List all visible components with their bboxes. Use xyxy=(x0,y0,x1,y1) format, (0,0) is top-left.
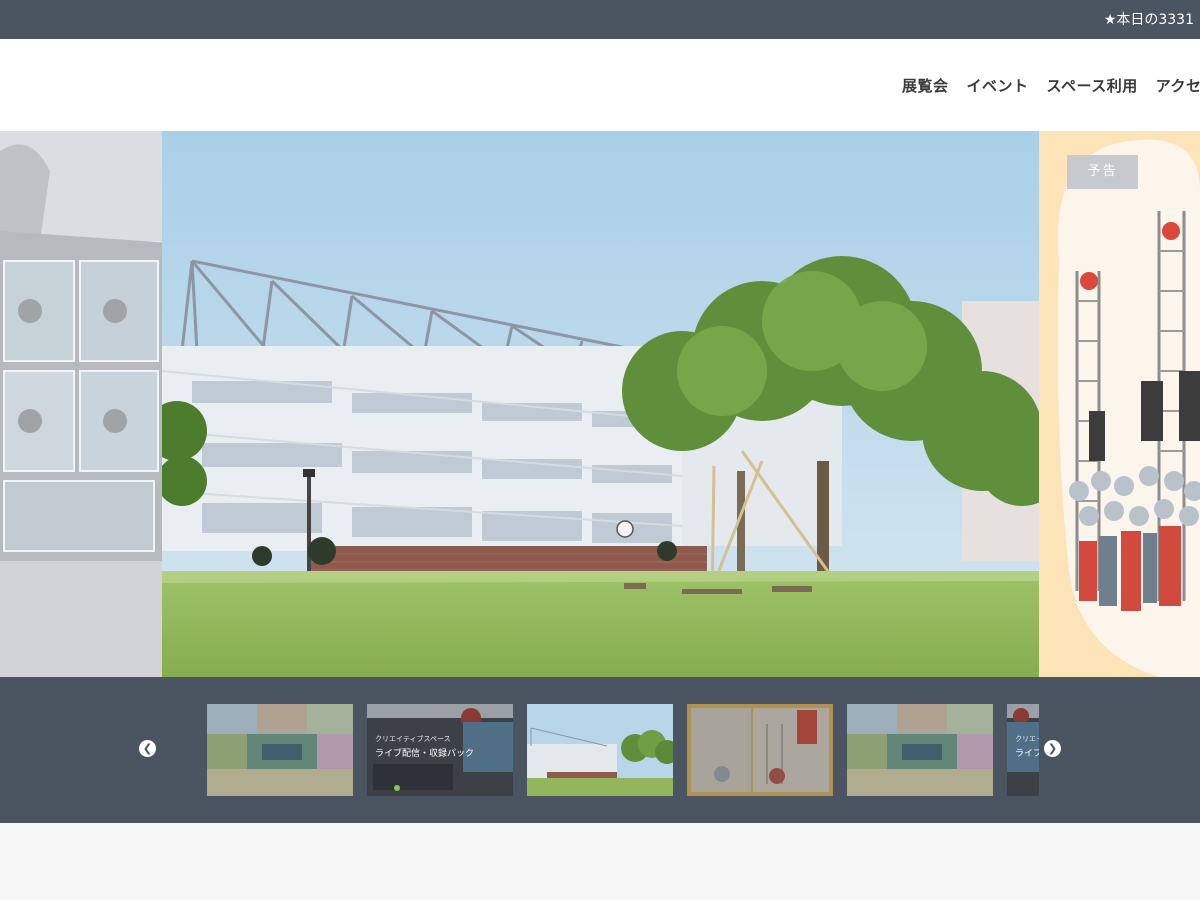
thumbnail-caption-small: クリエイティブスペース xyxy=(375,735,451,743)
festival-illustration xyxy=(1039,131,1200,677)
next-arrow-icon[interactable]: ❯ xyxy=(1044,740,1061,757)
thumbnail-3-active[interactable] xyxy=(527,704,673,796)
livestream-image xyxy=(0,131,162,677)
top-notice-bar: ★本日の3331 xyxy=(0,0,1200,39)
page-body-area xyxy=(0,823,1200,900)
thumbnail-caption: ライブ配信・収録パック xyxy=(375,749,475,759)
nav-exhibitions[interactable]: 展覧会 xyxy=(902,75,949,96)
coming-soon-badge: 予告 xyxy=(1067,155,1138,189)
prev-arrow-icon[interactable]: ❮ xyxy=(139,740,156,757)
slide-next[interactable]: 予告 xyxy=(1039,131,1200,677)
main-nav: 展覧会 イベント スペース利用 アクセ xyxy=(902,75,1200,96)
thumbnail-strip: ❮ ❯ クリエイティブスペース ライブ配信・収録パック クリエ ライブ xyxy=(0,677,1200,823)
hero-carousel: 予告 xyxy=(0,131,1200,677)
nav-events[interactable]: イベント xyxy=(967,75,1029,96)
thumbnail-2[interactable]: クリエイティブスペース ライブ配信・収録パック xyxy=(367,704,513,796)
building-photo xyxy=(162,131,1039,677)
site-header: 展覧会 イベント スペース利用 アクセ xyxy=(0,39,1200,131)
nav-access[interactable]: アクセ xyxy=(1156,75,1200,96)
thumbnail-1[interactable] xyxy=(207,704,353,796)
thumbnail-5[interactable] xyxy=(847,704,993,796)
thumbnail-track: クリエイティブスペース ライブ配信・収録パック クリエ ライブ xyxy=(207,704,1039,796)
slide-previous[interactable] xyxy=(0,131,162,677)
slide-current[interactable] xyxy=(162,131,1039,677)
thumbnail-6[interactable]: クリエイティ ライブ xyxy=(1007,704,1039,796)
today-notice[interactable]: ★本日の3331 xyxy=(1104,9,1194,29)
thumbnail-4[interactable] xyxy=(687,704,833,796)
building-thumbnail xyxy=(527,704,673,796)
thumbnail-caption-small: クリエイティ xyxy=(1015,735,1039,743)
thumbnail-caption: ライブ xyxy=(1015,749,1039,759)
nav-space-rental[interactable]: スペース利用 xyxy=(1047,75,1138,96)
